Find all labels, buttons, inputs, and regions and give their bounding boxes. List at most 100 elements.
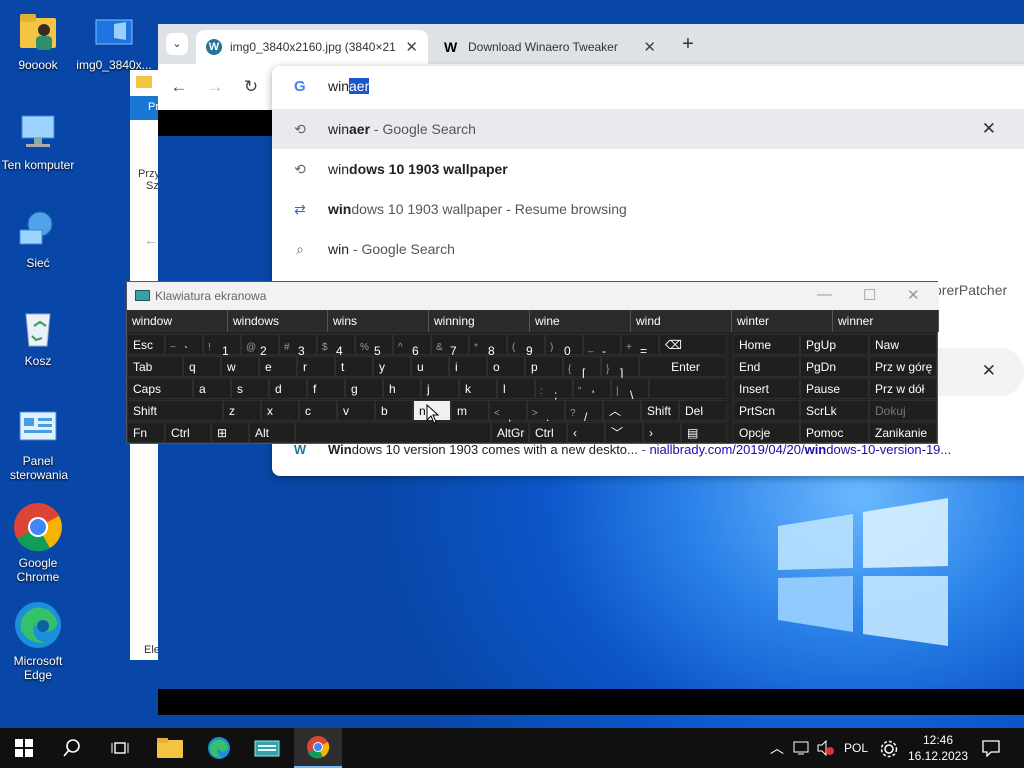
key-8[interactable]: * 8	[469, 334, 507, 358]
key-3[interactable]: #3	[279, 334, 317, 358]
close-icon[interactable]: ✕	[907, 286, 920, 304]
key-pgup[interactable]: PgUp	[800, 334, 869, 355]
suggestion-row[interactable]: ⟲ winaer - Google Search ✕	[272, 109, 1024, 149]
key-2[interactable]: @2	[241, 334, 279, 358]
desktop-icon-network[interactable]: Sieć	[0, 208, 76, 270]
key-prz-w-dół[interactable]: Prz w dół	[869, 378, 937, 399]
show-hidden-icons[interactable]: ︿	[770, 728, 784, 768]
key-u[interactable]: u	[411, 356, 449, 377]
key-del[interactable]: Del	[679, 400, 727, 421]
key-pgdn[interactable]: PgDn	[800, 356, 869, 377]
key-enter[interactable]: Enter	[639, 356, 727, 377]
key-l[interactable]: l	[497, 378, 535, 399]
key-q[interactable]: q	[183, 356, 221, 377]
taskbar-edge[interactable]	[195, 728, 243, 768]
key-left[interactable]: ‹	[567, 422, 605, 443]
osk-word-suggestion[interactable]: winning	[429, 310, 530, 332]
tab-image[interactable]: W img0_3840x2160.jpg (3840×21 ✕	[196, 30, 428, 64]
key-dokuj[interactable]: Dokuj	[869, 400, 937, 421]
maximize-icon[interactable]: ☐	[863, 286, 876, 304]
key-e[interactable]: e	[259, 356, 297, 377]
search-button[interactable]	[48, 728, 96, 768]
key-[[interactable]: {[	[563, 356, 601, 380]
key-0[interactable]: ) 0	[545, 334, 583, 358]
osk-word-suggestion[interactable]: winter	[732, 310, 833, 332]
key-/[interactable]: ? /	[565, 400, 603, 424]
volume-muted-icon[interactable]	[817, 740, 835, 756]
key-j[interactable]: j	[421, 378, 459, 399]
taskbar-chrome[interactable]	[294, 728, 342, 768]
key-prz-w-górę[interactable]: Prz w górę	[869, 356, 937, 377]
taskbar-file-explorer[interactable]	[146, 728, 194, 768]
explorer-back-icon[interactable]: ←	[144, 232, 158, 248]
remove-suggestion-icon[interactable]: ✕	[982, 119, 996, 139]
close-tab-icon[interactable]: ✕	[405, 38, 418, 56]
desktop-icon-control-panel[interactable]: Panel sterowania	[0, 406, 76, 482]
remove-suggestion-icon[interactable]: ✕	[982, 361, 996, 381]
key-d[interactable]: d	[269, 378, 307, 399]
key-y[interactable]: y	[373, 356, 411, 377]
key-`[interactable]: ~ `	[165, 334, 203, 358]
key-g[interactable]: g	[345, 378, 383, 399]
key-scrlk[interactable]: ScrLk	[800, 400, 869, 421]
osk-word-suggestion[interactable]: wind	[631, 310, 732, 332]
new-tab-button[interactable]: +	[676, 32, 700, 56]
key-][interactable]: }]	[601, 356, 639, 380]
key-alt[interactable]: Alt	[249, 422, 295, 443]
key-5[interactable]: % 5	[355, 334, 393, 358]
desktop-icon-recycle-bin[interactable]: Kosz	[0, 306, 76, 368]
clock[interactable]: 12:46 16.12.2023	[906, 732, 970, 764]
key-f[interactable]: f	[307, 378, 345, 399]
key-7[interactable]: & 7	[431, 334, 469, 358]
key-up[interactable]: ︿	[603, 400, 641, 421]
key-ctrl-right[interactable]: Ctrl	[529, 422, 567, 443]
key-zanikanie[interactable]: Zanikanie	[869, 422, 937, 443]
task-view-button[interactable]	[96, 728, 144, 768]
key-a[interactable]: a	[193, 378, 231, 399]
key-'[interactable]: " '	[573, 378, 611, 402]
key-end[interactable]: End	[733, 356, 800, 377]
key-4[interactable]: $4	[317, 334, 355, 358]
key-c[interactable]: c	[299, 400, 337, 421]
key-blank[interactable]	[649, 378, 727, 399]
key-caps[interactable]: Caps	[127, 378, 193, 399]
key-6[interactable]: ^ 6	[393, 334, 431, 358]
on-screen-keyboard-window[interactable]: Klawiatura ekranowa — ☐ ✕ window windows w…	[126, 281, 939, 444]
key-v[interactable]: v	[337, 400, 375, 421]
key-backspace[interactable]: ⌫	[659, 334, 727, 355]
key-tab[interactable]: Tab	[127, 356, 183, 377]
key--[interactable]: _ -	[583, 334, 621, 358]
key-fn[interactable]: Fn	[127, 422, 165, 443]
key-\[interactable]: | \	[611, 378, 649, 402]
key-;[interactable]: :;	[535, 378, 573, 402]
input-language[interactable]: POL	[844, 728, 868, 768]
tab-search-button[interactable]: ⌄	[166, 33, 188, 55]
back-icon[interactable]: ←	[168, 76, 190, 98]
close-tab-icon[interactable]: ✕	[643, 38, 656, 56]
key-m[interactable]: m	[451, 400, 489, 421]
key-1[interactable]: ! 1	[203, 334, 241, 358]
key-w[interactable]: w	[221, 356, 259, 377]
key-pause[interactable]: Pause	[800, 378, 869, 399]
network-icon[interactable]	[793, 740, 811, 756]
suggestion-row[interactable]: ⌕ win - Google Search	[272, 229, 1024, 269]
key-b[interactable]: b	[375, 400, 413, 421]
key-o[interactable]: o	[487, 356, 525, 377]
gear-icon[interactable]	[880, 740, 898, 758]
reload-icon[interactable]: ↻	[240, 76, 262, 98]
key-9[interactable]: (9	[507, 334, 545, 358]
suggestion-row[interactable]: ⟲ windows 10 1903 wallpaper	[272, 149, 1024, 189]
key-ctrl-left[interactable]: Ctrl	[165, 422, 211, 443]
forward-icon[interactable]: →	[204, 76, 226, 98]
desktop-icon-google-chrome[interactable]: Google Chrome	[0, 502, 76, 584]
osk-word-suggestion[interactable]: winner	[833, 310, 939, 332]
key-s[interactable]: s	[231, 378, 269, 399]
key-.[interactable]: >.	[527, 400, 565, 424]
key-h[interactable]: h	[383, 378, 421, 399]
key-p[interactable]: p	[525, 356, 563, 377]
desktop-icon-image-file[interactable]: img0_3840x...	[76, 10, 152, 72]
minimize-icon[interactable]: —	[817, 286, 832, 303]
osk-word-suggestion[interactable]: windows	[228, 310, 328, 332]
key-,[interactable]: <,	[489, 400, 527, 424]
key-win[interactable]: ⊞	[211, 422, 249, 443]
